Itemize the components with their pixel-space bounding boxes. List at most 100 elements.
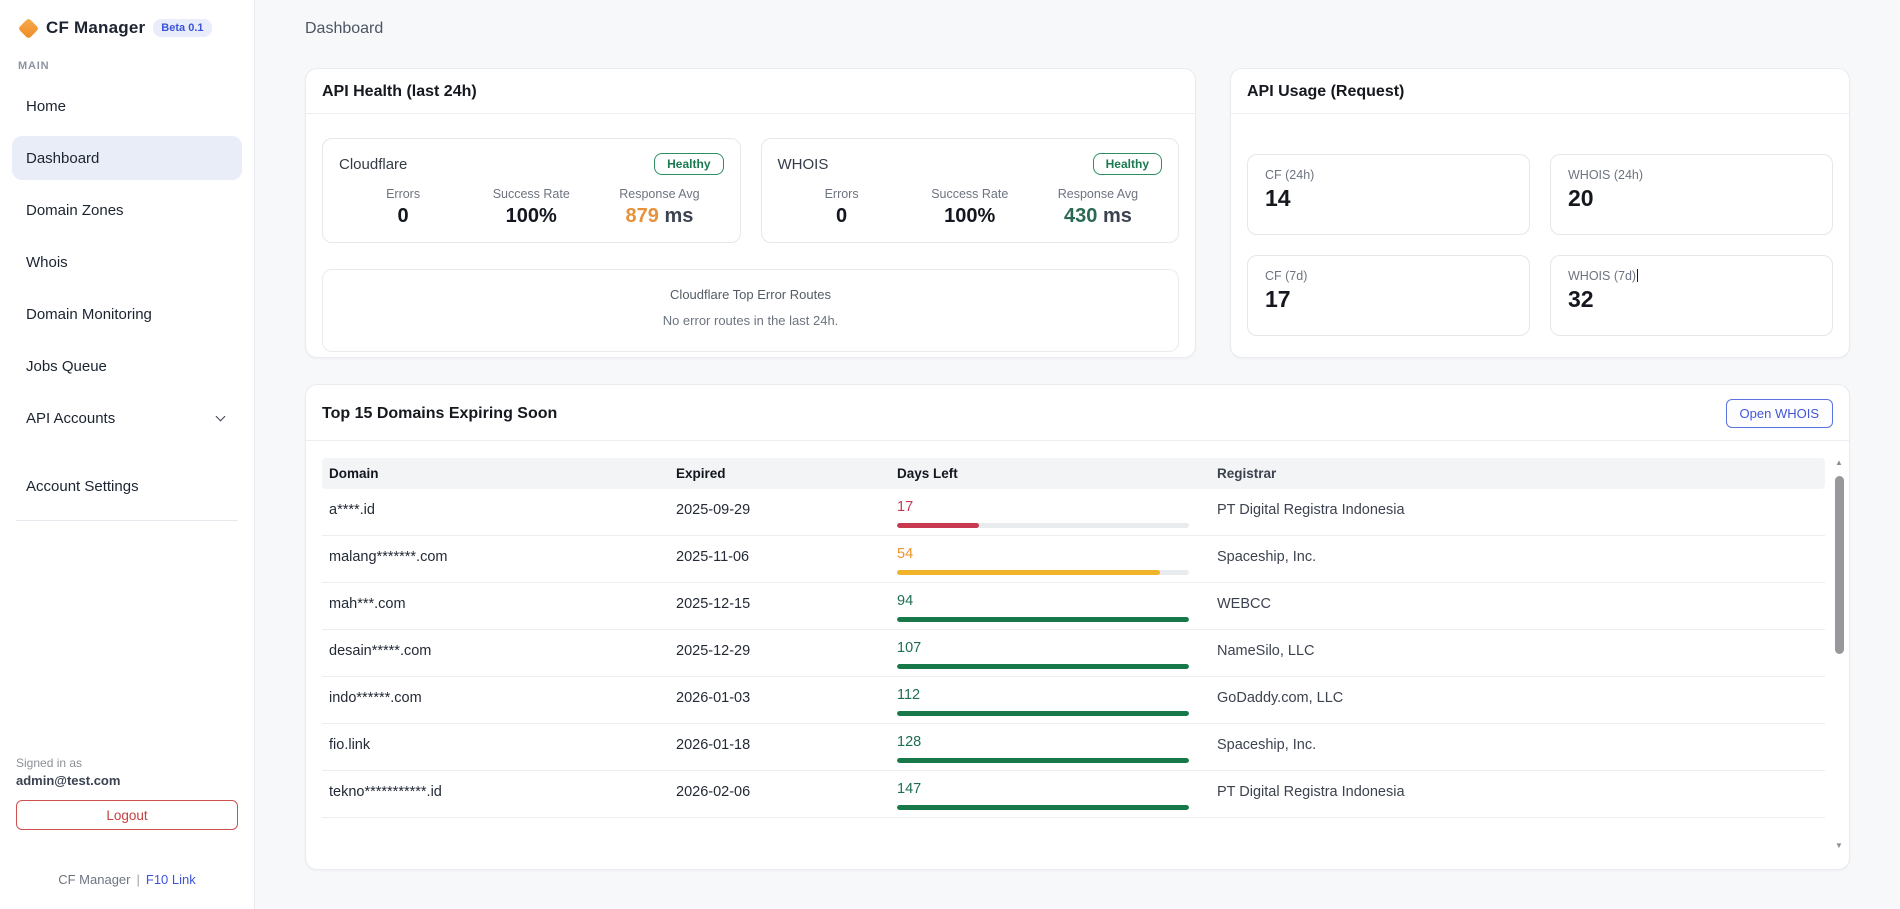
sidebar-item-label: Domain Zones	[26, 202, 124, 219]
signed-in-label: Signed in as	[16, 756, 238, 770]
sidebar-item-label: Whois	[26, 254, 68, 271]
col-header-domain: Domain	[322, 466, 669, 481]
open-whois-button[interactable]: Open WHOIS	[1726, 399, 1833, 428]
days-progress-fill	[897, 570, 1160, 575]
sidebar-item[interactable]: Home	[12, 84, 242, 128]
cell-registrar: Spaceship, Inc.	[1210, 724, 1825, 770]
sidebar-item[interactable]: API Accounts	[12, 396, 242, 440]
service-name: Cloudflare	[339, 156, 407, 173]
api-health-header: API Health (last 24h)	[306, 69, 1195, 114]
days-progress-track	[897, 711, 1189, 716]
table-row: tekno***********.id 2026-02-06 147 PT Di…	[322, 771, 1825, 818]
days-left-number: 112	[897, 687, 1210, 704]
beta-badge: Beta 0.1	[153, 19, 211, 37]
cell-registrar: PT Digital Registra Indonesia	[1210, 771, 1825, 817]
table-row: a****.id 2025-09-29 17 PT Digital Regist…	[322, 489, 1825, 536]
scrollbar-thumb[interactable]	[1835, 476, 1844, 654]
days-progress-track	[897, 570, 1189, 575]
usage-value: 17	[1265, 286, 1512, 313]
days-progress-track	[897, 664, 1189, 669]
table-scrollbar[interactable]: ▲ ▼	[1833, 458, 1845, 853]
usage-value: 20	[1568, 185, 1815, 212]
days-progress-fill	[897, 711, 1189, 716]
response-value: 879	[626, 205, 659, 227]
usage-label: WHOIS (24h)	[1568, 168, 1643, 182]
page-title: Dashboard	[305, 20, 1852, 38]
days-progress-track	[897, 523, 1189, 528]
api-usage-card: API Usage (Request) CF (24h) 14 WHOIS (2…	[1230, 68, 1850, 358]
service-head: WHOIS Healthy	[778, 153, 1163, 175]
scrollbar-up-arrow-icon[interactable]: ▲	[1835, 458, 1843, 470]
cell-days-left: 54	[890, 536, 1210, 582]
stat-errors: Errors 0	[339, 187, 467, 228]
service-health-card: WHOIS Healthy Errors 0 Success Rate	[761, 138, 1180, 243]
table-row: malang*******.com 2025-11-06 54 Spaceshi…	[322, 536, 1825, 583]
cell-registrar: GoDaddy.com, LLC	[1210, 677, 1825, 723]
sidebar-item-label: Dashboard	[26, 150, 99, 167]
top-cards-row: API Health (last 24h) Cloudflare Healthy…	[305, 68, 1852, 358]
stat-success-rate: Success Rate 100%	[467, 187, 595, 228]
cell-domain: desain*****.com	[322, 630, 669, 676]
sidebar-nav-secondary: Account Settings	[0, 448, 254, 516]
app-title: CF Manager	[46, 18, 145, 38]
cell-expired: 2026-02-06	[669, 771, 890, 817]
sidebar-item[interactable]: Domain Zones	[12, 188, 242, 232]
scrollbar-down-arrow-icon[interactable]: ▼	[1835, 841, 1843, 853]
f10-link[interactable]: F10 Link	[146, 872, 196, 887]
text-cursor	[1637, 269, 1638, 282]
stat-response-avg: Response Avg 430 ms	[1034, 187, 1162, 228]
sidebar: CF Manager Beta 0.1 MAIN Home Dashboard …	[0, 0, 255, 909]
sidebar-item[interactable]: Whois	[12, 240, 242, 284]
api-health-body: Cloudflare Healthy Errors 0 Success Rate	[306, 114, 1195, 368]
main-content: Dashboard API Health (last 24h) Cloudfla…	[255, 0, 1900, 909]
error-routes-box: Cloudflare Top Error Routes No error rou…	[322, 269, 1179, 352]
days-left-number: 94	[897, 593, 1210, 610]
footer-separator: |	[136, 872, 139, 887]
table-row: mah***.com 2025-12-15 94 WEBCC	[322, 583, 1825, 630]
service-health-card: Cloudflare Healthy Errors 0 Success Rate	[322, 138, 741, 243]
stat-response-avg: Response Avg 879 ms	[595, 187, 723, 228]
cell-expired: 2025-12-29	[669, 630, 890, 676]
service-cards-row: Cloudflare Healthy Errors 0 Success Rate	[322, 138, 1179, 243]
days-left-number: 147	[897, 781, 1210, 798]
days-left-number: 54	[897, 546, 1210, 563]
usage-value: 14	[1265, 185, 1512, 212]
expiring-domains-card: Top 15 Domains Expiring Soon Open WHOIS …	[305, 384, 1850, 870]
cell-days-left: 17	[890, 489, 1210, 535]
cell-days-left: 128	[890, 724, 1210, 770]
cell-domain: mah***.com	[322, 583, 669, 629]
sidebar-item[interactable]: Dashboard	[12, 136, 242, 180]
usage-stat-box: WHOIS (24h) 20	[1550, 154, 1833, 235]
cell-domain: fio.link	[322, 724, 669, 770]
response-unit: ms	[1103, 205, 1132, 227]
sidebar-item[interactable]: Jobs Queue	[12, 344, 242, 388]
sidebar-item-label: Home	[26, 98, 66, 115]
table-header-row: Domain Expired Days Left Registrar	[322, 458, 1825, 489]
cell-domain: a****.id	[322, 489, 669, 535]
footer-app-name: CF Manager	[58, 872, 130, 887]
col-header-days-left: Days Left	[890, 466, 1210, 481]
brand: CF Manager Beta 0.1	[0, 18, 254, 54]
cell-registrar: WEBCC	[1210, 583, 1825, 629]
error-routes-empty-text: No error routes in the last 24h.	[333, 313, 1168, 328]
days-left-number: 128	[897, 734, 1210, 751]
cell-domain: indo******.com	[322, 677, 669, 723]
error-routes-title: Cloudflare Top Error Routes	[333, 287, 1168, 302]
sidebar-item[interactable]: Domain Monitoring	[12, 292, 242, 336]
table-scroll-area: Domain Expired Days Left Registrar a****…	[322, 458, 1845, 853]
days-progress-track	[897, 617, 1189, 622]
sidebar-item-label: Domain Monitoring	[26, 306, 152, 323]
cell-days-left: 94	[890, 583, 1210, 629]
expiring-table: Domain Expired Days Left Registrar a****…	[322, 458, 1825, 818]
api-usage-header: API Usage (Request)	[1231, 69, 1849, 114]
usage-label: WHOIS (7d)	[1568, 269, 1636, 283]
sidebar-item-account-settings[interactable]: Account Settings	[12, 464, 242, 508]
col-header-expired: Expired	[669, 466, 890, 481]
api-health-title: API Health (last 24h)	[322, 83, 477, 101]
sidebar-divider	[16, 520, 238, 521]
logout-button[interactable]: Logout	[16, 800, 238, 830]
cell-registrar: PT Digital Registra Indonesia	[1210, 489, 1825, 535]
cell-domain: malang*******.com	[322, 536, 669, 582]
cell-days-left: 107	[890, 630, 1210, 676]
usage-value: 32	[1568, 286, 1815, 313]
